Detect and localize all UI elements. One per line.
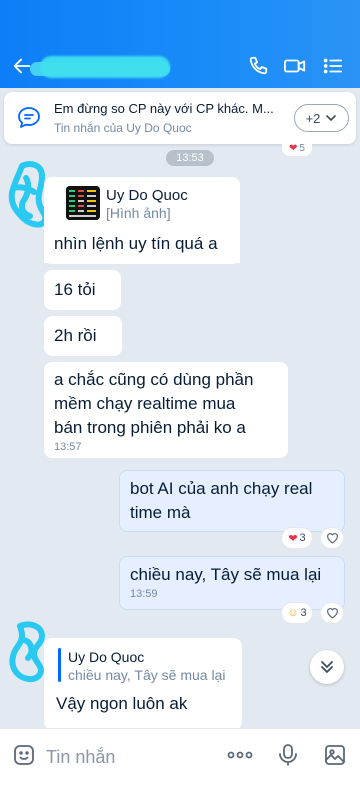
message-input[interactable] — [46, 743, 216, 771]
laugh-emoji-icon: ☺ — [287, 607, 299, 619]
message-text-line: bot AI của anh chạy real — [130, 479, 313, 498]
message-text: 16 tỏi — [54, 280, 96, 299]
heart-outline-icon — [326, 608, 338, 619]
message-time: 13:57 — [54, 441, 82, 453]
shared-type-label: [Hình ảnh] — [106, 205, 171, 221]
shared-image-thumbnail[interactable] — [66, 186, 100, 220]
double-chevron-down-icon — [321, 661, 333, 673]
phone-icon[interactable] — [244, 52, 272, 80]
chat-header — [0, 0, 360, 88]
message-bubble-outgoing[interactable]: chiều nay, Tây sẽ mua lại 13:59 — [119, 556, 345, 610]
pinned-message[interactable]: Em đừng so CP này với CP khác. M... Tin … — [4, 92, 356, 144]
shared-sender-name: Uy Do Quoc — [106, 187, 188, 204]
pinned-more-count: +2 — [305, 110, 321, 126]
reply-message-bubble[interactable]: Uy Do Quoc chiều nay, Tây sẽ mua lại Vậy… — [44, 638, 242, 730]
chat-bubble-icon — [16, 105, 42, 131]
message-text: 2h rồi — [54, 326, 97, 345]
message-bubble-outgoing[interactable]: bot AI của anh chạy real time mà — [119, 470, 345, 532]
message-time: 13:59 — [130, 588, 158, 600]
quoted-sender: Uy Do Quoc — [68, 649, 145, 665]
scroll-to-bottom-button[interactable] — [310, 650, 344, 684]
quoted-text: chiều nay, Tây sẽ mua lại — [68, 667, 226, 683]
message-bubble[interactable]: a chắc cũng có dùng phần mềm chạy realti… — [44, 362, 288, 458]
pinned-sender: Tin nhắn của Uy Do Quoc — [54, 121, 192, 135]
reaction-count[interactable]: ❤ 3 — [282, 528, 312, 548]
like-heart-button[interactable] — [321, 528, 343, 548]
heart-outline-icon — [326, 533, 338, 544]
sticker-icon[interactable] — [10, 741, 38, 769]
heart-icon: ❤ — [288, 532, 298, 545]
heart-icon: ❤ — [289, 142, 298, 154]
microphone-icon[interactable] — [274, 741, 302, 769]
message-text: chiều nay, Tây sẽ mua lại — [130, 565, 322, 584]
message-bubble[interactable]: nhìn lệnh uy tín quá a — [44, 224, 240, 264]
message-text-line: time mà — [130, 503, 191, 522]
chevron-down-icon — [326, 115, 337, 122]
pinned-more-button[interactable]: +2 — [294, 104, 349, 132]
reaction-count[interactable]: ☺ 3 — [282, 603, 312, 623]
time-divider: 13:53 — [166, 150, 214, 166]
message-text: nhìn lệnh uy tín quá a — [54, 234, 218, 253]
image-gallery-icon[interactable] — [320, 741, 350, 769]
message-text-line: a chắc cũng có dùng phần — [54, 370, 254, 389]
message-composer — [0, 728, 360, 800]
message-text-line: mềm chạy realtime mua — [54, 394, 236, 413]
message-bubble[interactable]: 16 tỏi — [44, 270, 121, 310]
message-text: Vậy ngon luôn ak — [56, 694, 188, 713]
message-bubble[interactable]: 2h rồi — [44, 316, 122, 356]
more-options-icon[interactable] — [224, 741, 256, 769]
quote-bar — [58, 648, 61, 682]
video-call-icon[interactable] — [281, 52, 309, 80]
message-text-line: bán trong phiên phải ko a — [54, 418, 246, 437]
pinned-text: Em đừng so CP này với CP khác. M... — [54, 101, 274, 116]
reaction-count-partial[interactable]: ❤ 5 — [282, 140, 312, 156]
list-menu-icon[interactable] — [319, 52, 347, 80]
contact-name-redacted-overlay — [40, 56, 170, 78]
like-heart-button[interactable] — [321, 603, 343, 623]
